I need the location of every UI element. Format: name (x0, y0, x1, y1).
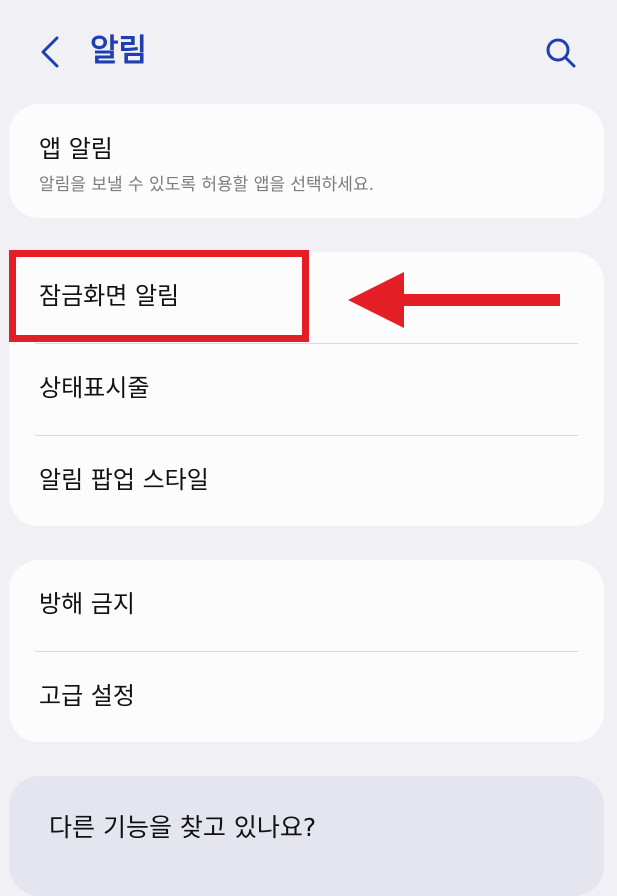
advanced-settings-item[interactable]: 고급 설정 (9, 652, 604, 742)
search-button[interactable] (540, 32, 582, 74)
app-header: 알림 (0, 0, 617, 100)
do-not-disturb-item[interactable]: 방해 금지 (9, 560, 604, 650)
search-icon (546, 38, 576, 68)
status-bar-item[interactable]: 상태표시줄 (9, 344, 604, 434)
chevron-left-icon (41, 36, 59, 68)
notification-settings-group: 잠금화면 알림 상태표시줄 알림 팝업 스타일 (9, 252, 604, 526)
page-title: 알림 (90, 33, 148, 69)
looking-for-more-title: 다른 기능을 찾고 있나요? (49, 813, 317, 842)
looking-for-more-card: 다른 기능을 찾고 있나요? (9, 776, 604, 896)
app-notifications-title: 앱 알림 (39, 135, 113, 163)
back-button[interactable] (30, 30, 70, 74)
app-notifications-subtitle: 알림을 보낼 수 있도록 허용할 앱을 선택하세요. (39, 175, 374, 195)
popup-style-item[interactable]: 알림 팝업 스타일 (9, 436, 604, 526)
lock-screen-notifications-label: 잠금화면 알림 (39, 282, 180, 310)
lock-screen-notifications-item[interactable]: 잠금화면 알림 (9, 252, 604, 342)
other-settings-group: 방해 금지 고급 설정 (9, 560, 604, 742)
popup-style-label: 알림 팝업 스타일 (39, 466, 209, 494)
do-not-disturb-label: 방해 금지 (39, 590, 135, 618)
status-bar-label: 상태표시줄 (39, 374, 150, 402)
app-notifications-card[interactable]: 앱 알림 알림을 보낼 수 있도록 허용할 앱을 선택하세요. (9, 104, 604, 218)
advanced-settings-label: 고급 설정 (39, 682, 135, 710)
